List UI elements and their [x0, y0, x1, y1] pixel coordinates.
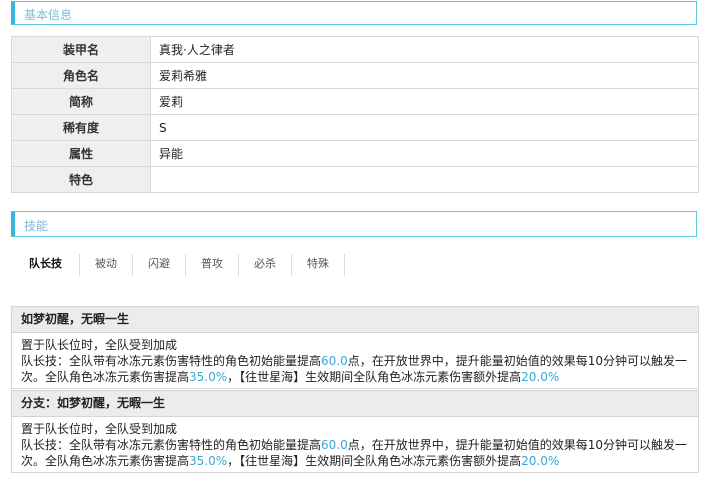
skill-condition: 置于队长位时，全队受到加成	[21, 338, 178, 352]
skill-title: 分支：如梦初醒，无暇一生	[12, 391, 698, 417]
skill-effect: 队长技：全队带有冰冻元素伤害特性的角色初始能量提高60.0点，在开放世界中，提升…	[21, 437, 689, 469]
section-header-basic-info: 基本信息	[11, 1, 697, 25]
skill-description: 置于队长位时，全队受到加成 队长技：全队带有冰冻元素伤害特性的角色初始能量提高6…	[12, 333, 698, 388]
skill-card: 如梦初醒，无暇一生 置于队长位时，全队受到加成 队长技：全队带有冰冻元素伤害特性…	[11, 306, 699, 389]
table-row: 特色	[11, 166, 699, 193]
effect-text: 队长技：全队带有冰冻元素伤害特性的角色初始能量提高	[21, 354, 322, 368]
row-value: 爱莉	[150, 88, 699, 115]
effect-value: 35.0%	[189, 454, 228, 468]
row-label: 角色名	[11, 62, 151, 89]
row-label: 属性	[11, 140, 151, 167]
table-row: 简称 爱莉	[11, 88, 699, 115]
row-label: 特色	[11, 166, 151, 193]
tab-special[interactable]: 特殊	[292, 254, 345, 276]
section-title: 基本信息	[24, 8, 73, 22]
section-title: 技能	[24, 219, 49, 233]
row-value: S	[150, 114, 699, 141]
table-row: 稀有度 S	[11, 114, 699, 141]
skill-effect: 队长技：全队带有冰冻元素伤害特性的角色初始能量提高60.0点，在开放世界中，提升…	[21, 353, 689, 385]
effect-value: 35.0%	[189, 370, 228, 384]
tab-ultimate[interactable]: 必杀	[239, 254, 292, 276]
row-label: 稀有度	[11, 114, 151, 141]
tab-basic-attack[interactable]: 普攻	[186, 254, 239, 276]
row-label: 装甲名	[11, 36, 151, 63]
effect-value: 60.0	[321, 354, 348, 368]
skill-title: 如梦初醒，无暇一生	[12, 307, 698, 333]
effect-text: 队长技：全队带有冰冻元素伤害特性的角色初始能量提高	[21, 438, 322, 452]
row-value: 异能	[150, 140, 699, 167]
row-label: 简称	[11, 88, 151, 115]
row-value: 真我·人之律者	[150, 36, 699, 63]
skill-card: 分支：如梦初醒，无暇一生 置于队长位时，全队受到加成 队长技：全队带有冰冻元素伤…	[11, 390, 699, 473]
tab-evasion[interactable]: 闪避	[133, 254, 186, 276]
character-name-link[interactable]: 爱莉希雅	[150, 62, 699, 89]
table-row: 属性 异能	[11, 140, 699, 167]
tab-passive[interactable]: 被动	[80, 254, 133, 276]
effect-value: 20.0%	[521, 370, 560, 384]
table-row: 装甲名 真我·人之律者	[11, 36, 699, 63]
effect-value: 20.0%	[521, 454, 560, 468]
tab-leader-skill[interactable]: 队长技	[11, 254, 80, 276]
effect-value: 60.0	[321, 438, 348, 452]
skill-condition: 置于队长位时，全队受到加成	[21, 422, 178, 436]
basic-info-table: 装甲名 真我·人之律者 角色名 爱莉希雅 简称 爱莉 稀有度 S 属性 异能 特…	[11, 36, 699, 193]
skill-description: 置于队长位时，全队受到加成 队长技：全队带有冰冻元素伤害特性的角色初始能量提高6…	[12, 417, 698, 472]
effect-text: ，【往世星海】生效期间全队角色冰冻元素伤害额外提高	[227, 370, 522, 384]
row-value	[150, 166, 699, 193]
table-row: 角色名 爱莉希雅	[11, 62, 699, 89]
section-header-skills: 技能	[11, 211, 697, 237]
effect-text: ，【往世星海】生效期间全队角色冰冻元素伤害额外提高	[227, 454, 522, 468]
skill-tabs: 队长技 被动 闪避 普攻 必杀 特殊	[11, 254, 345, 276]
